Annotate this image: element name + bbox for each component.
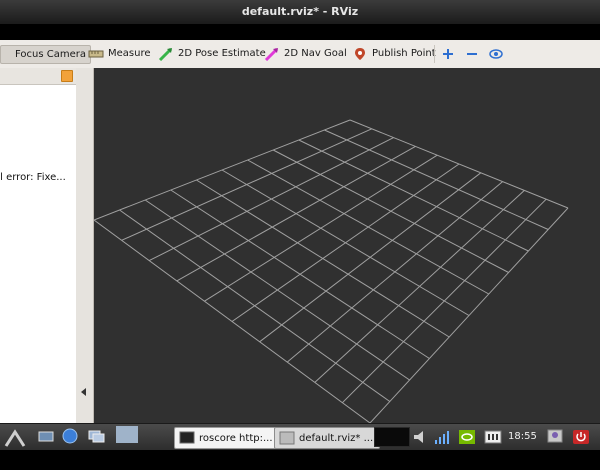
grid-line: [259, 172, 482, 343]
speaker-icon: [412, 429, 428, 443]
3d-viewport[interactable]: [93, 68, 600, 424]
keyboard-icon: [484, 429, 502, 443]
clock[interactable]: 18:55: [508, 431, 537, 442]
ruler-icon: [88, 47, 104, 61]
power-icon: [572, 429, 589, 444]
window-title: default.rviz* - RViz: [241, 5, 359, 18]
measure-button[interactable]: Measure: [88, 45, 151, 62]
taskbar: roscore http:... default.rviz* ... 18:55: [0, 423, 600, 451]
user-menu[interactable]: [546, 427, 563, 444]
signal-bars-icon: [434, 429, 450, 444]
minus-icon: [464, 47, 480, 61]
nvidia-icon: [458, 429, 475, 444]
collapse-arrow-icon[interactable]: [81, 388, 86, 396]
remove-tool-button[interactable]: [464, 45, 480, 62]
taskbar-item-rviz[interactable]: default.rviz* ...: [274, 427, 380, 449]
window-titlebar: default.rviz* - RViz: [0, 0, 600, 24]
toolbar-separator: [434, 45, 435, 63]
grid-line: [144, 199, 410, 381]
network-indicator[interactable]: [434, 427, 450, 444]
show-desktop-button[interactable]: [38, 426, 54, 443]
nav-goal-button[interactable]: 2D Nav Goal: [264, 45, 347, 62]
start-menu-button[interactable]: [4, 426, 26, 447]
focus-camera-button[interactable]: Focus Camera: [0, 45, 91, 64]
workspace-switcher[interactable]: [116, 426, 138, 443]
measure-label: Measure: [108, 48, 151, 59]
taskbar-item-roscore[interactable]: roscore http:...: [174, 427, 280, 449]
volume-control[interactable]: [412, 427, 428, 444]
green-arrow-icon: [158, 47, 174, 61]
nvidia-settings[interactable]: [458, 427, 475, 444]
panel-collapse-strip[interactable]: [76, 68, 94, 423]
screen-bottom-border: [0, 450, 600, 470]
publish-point-button[interactable]: Publish Point: [352, 45, 436, 62]
add-tool-button[interactable]: [440, 45, 456, 62]
terminal-icon: [179, 431, 195, 445]
focus-camera-label: Focus Camera: [15, 49, 86, 60]
nav-goal-label: 2D Nav Goal: [284, 48, 347, 59]
power-button[interactable]: [572, 427, 589, 444]
fixed-frame-error-text[interactable]: al error: Fixe...: [0, 172, 66, 183]
grid-display: [93, 119, 569, 424]
browser-launcher[interactable]: [62, 426, 78, 443]
displays-panel: al error: Fixe...: [0, 68, 77, 423]
displays-panel-header: [0, 68, 76, 85]
eye-icon: [488, 47, 504, 61]
publish-point-label: Publish Point: [372, 48, 436, 59]
view-button[interactable]: [488, 45, 504, 62]
window-switcher[interactable]: [88, 426, 105, 443]
keyboard-layout[interactable]: [484, 427, 502, 444]
cpu-monitor: [374, 427, 410, 447]
taskbar-item-label: roscore http:...: [199, 432, 273, 444]
app-menu-icon: [4, 428, 26, 447]
desktop-icon: [38, 428, 54, 442]
magenta-arrow-icon: [264, 47, 280, 61]
plus-icon: [440, 47, 456, 61]
rviz-app-icon: [279, 431, 295, 445]
map-pin-icon: [352, 47, 368, 61]
globe-icon: [62, 428, 78, 443]
user-icon: [546, 429, 563, 443]
toolbar: Focus Camera Measure 2D Pose Estimate 2D…: [0, 40, 600, 69]
pose-estimate-button[interactable]: 2D Pose Estimate: [158, 45, 266, 62]
taskbar-item-label: default.rviz* ...: [299, 432, 374, 444]
panel-close-icon[interactable]: [61, 70, 73, 82]
grid-line: [369, 207, 569, 424]
windows-icon: [88, 428, 105, 442]
pose-estimate-label: 2D Pose Estimate: [178, 48, 266, 59]
grid-line: [93, 219, 371, 424]
